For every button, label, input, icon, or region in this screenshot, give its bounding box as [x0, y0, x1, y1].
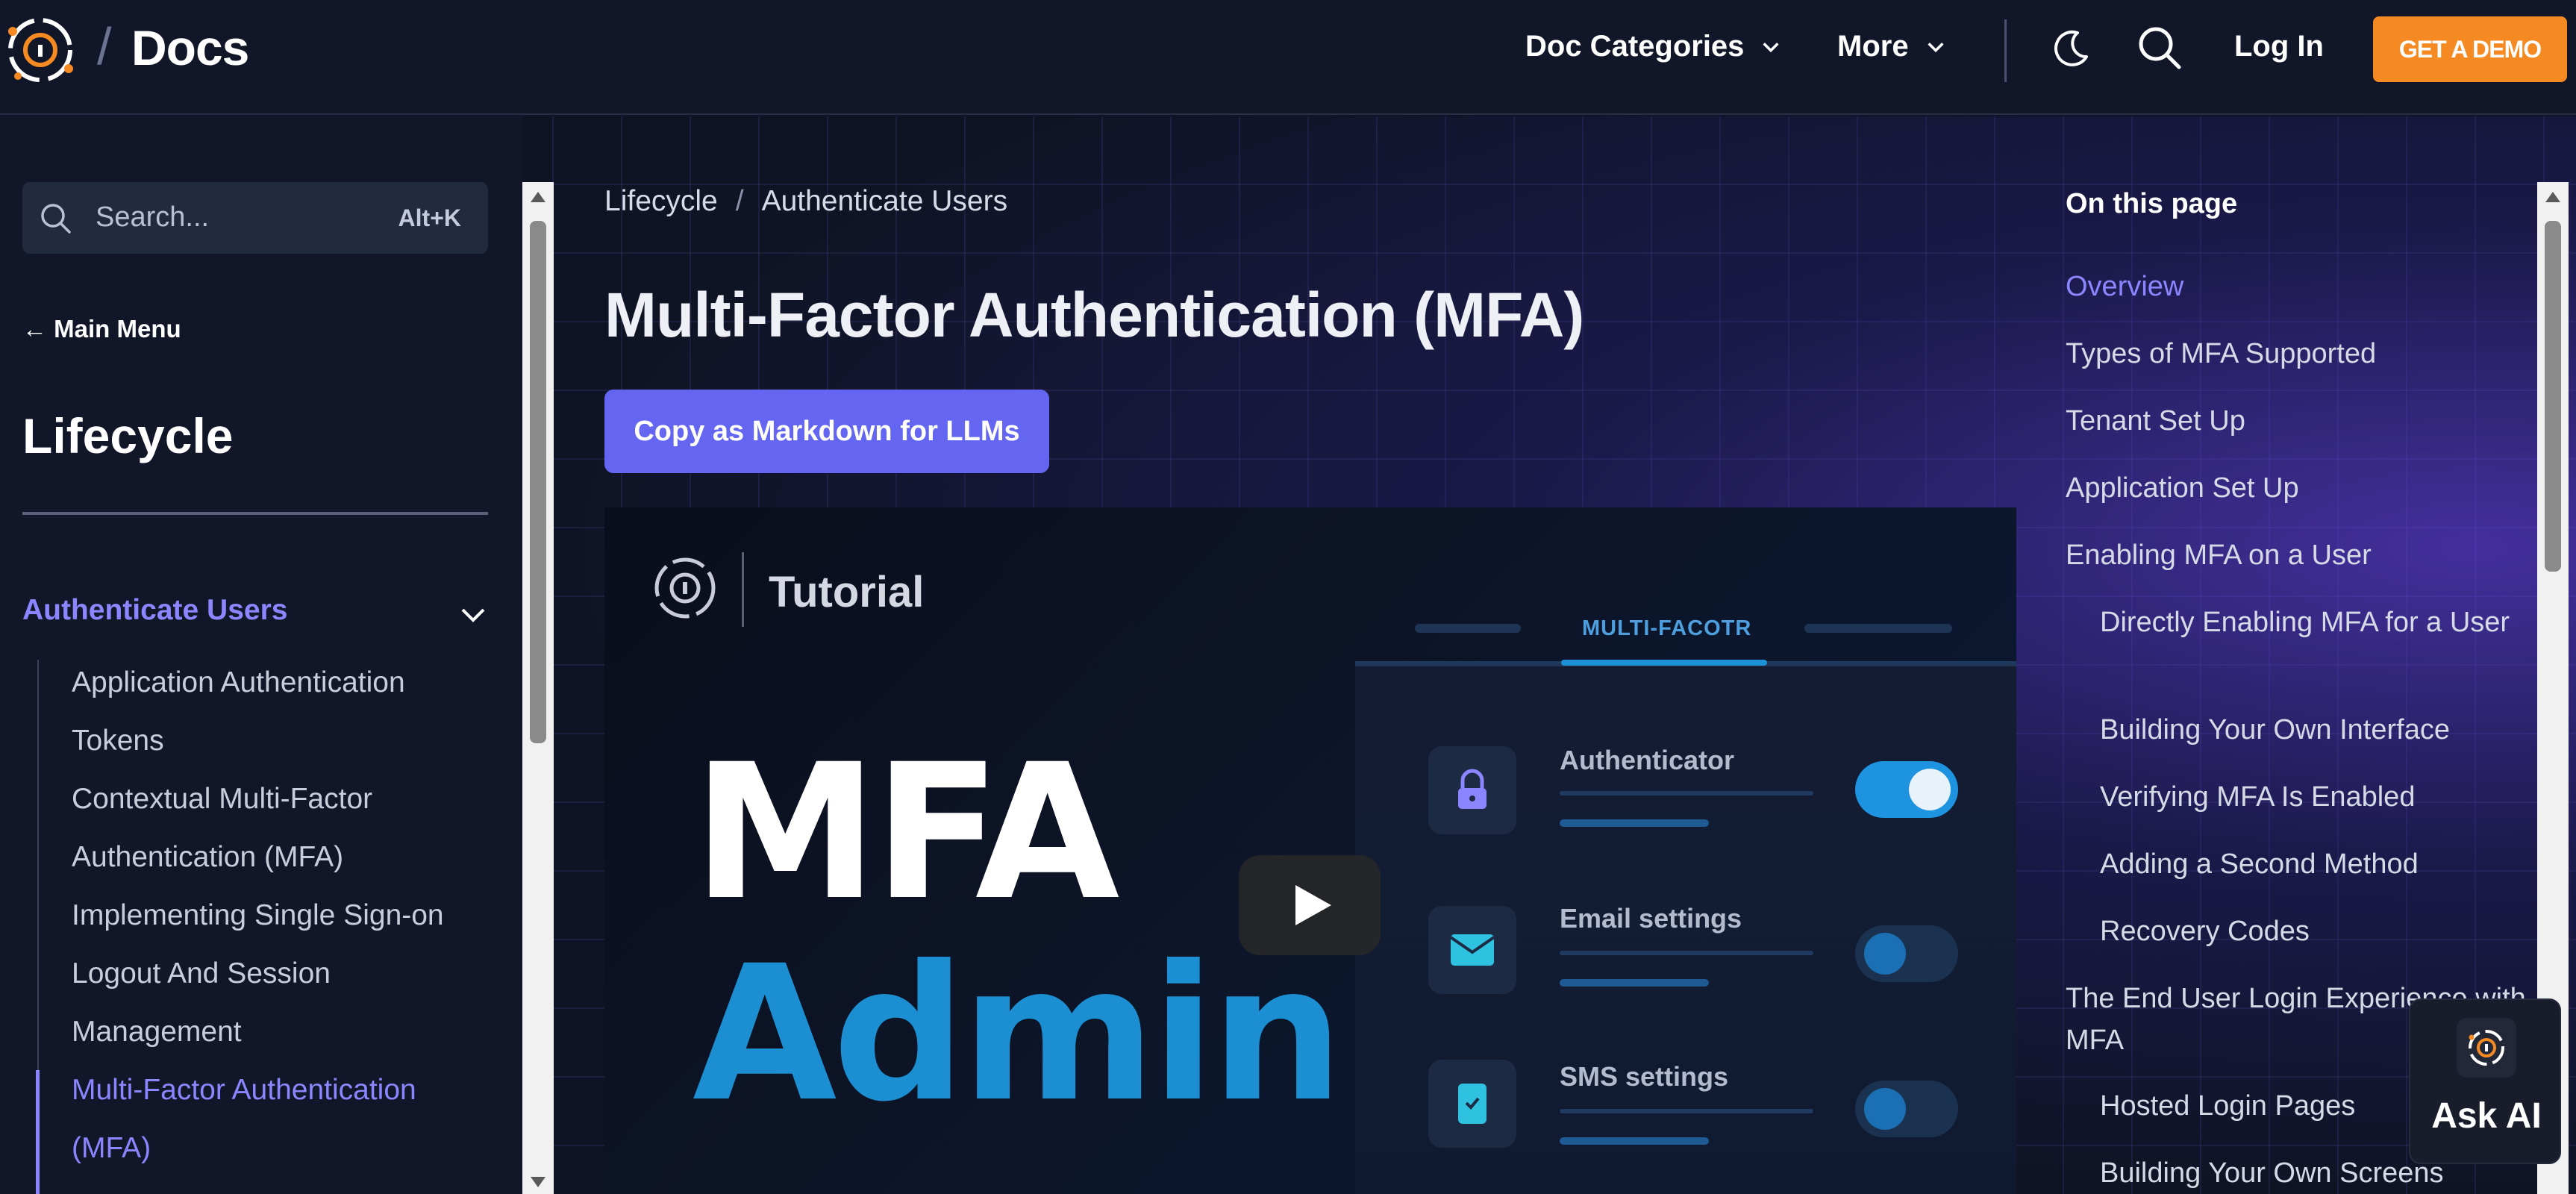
sidebar-item-app-auth-tokens[interactable]: Application Authentication Tokens [72, 654, 490, 770]
video-toggle-on [1855, 761, 1958, 818]
video-row-icon-box [1428, 746, 1516, 834]
login-link[interactable]: Log In [2234, 30, 2324, 63]
search-shortcut: Alt+K [398, 204, 461, 231]
toggle-knob [1864, 1088, 1906, 1130]
sidebar-item-sso[interactable]: Implementing Single Sign-on [72, 887, 490, 945]
chevron-down-icon [1928, 42, 1944, 52]
sidebar-item-contextual-mfa[interactable]: Contextual Multi-Factor Authentication (… [72, 770, 490, 887]
nav-doc-categories-label: Doc Categories [1525, 30, 1745, 63]
breadcrumb: Lifecycle / Authenticate Users [604, 185, 1007, 218]
toggle-knob [1909, 769, 1951, 810]
toc-item-overview[interactable]: Overview [2066, 266, 2528, 307]
brand-logo-icon[interactable] [3, 9, 78, 91]
video-play-button[interactable] [1239, 855, 1381, 955]
page-title: Multi-Factor Authentication (MFA) [604, 280, 1584, 350]
breadcrumb-authenticate-users[interactable]: Authenticate Users [762, 185, 1008, 218]
group-authenticate-users[interactable]: Authenticate Users [22, 594, 287, 627]
header-divider [2004, 19, 2007, 82]
video-row-line [1560, 791, 1813, 796]
mail-icon [1449, 934, 1495, 966]
search-icon[interactable] [2136, 24, 2183, 72]
sidebar-item-logout-session[interactable]: Logout And Session Management [72, 945, 490, 1061]
ask-ai-button[interactable]: Ask AI [2409, 998, 2561, 1164]
breadcrumb-lifecycle[interactable]: Lifecycle [604, 185, 718, 218]
video-row-line [1560, 1109, 1813, 1113]
video-tab-placeholder [1415, 624, 1521, 633]
video-row-line [1560, 951, 1813, 955]
video-row-label: SMS settings [1560, 1061, 1729, 1092]
docs-home-link[interactable]: Docs [131, 19, 249, 76]
play-icon [1295, 885, 1331, 925]
nav-doc-categories[interactable]: Doc Categories [1525, 30, 1781, 63]
breadcrumb-separator: / [735, 185, 744, 217]
toc-item-own-interface[interactable]: Building Your Own Interface [2100, 709, 2528, 751]
toc-item-recovery-codes[interactable]: Recovery Codes [2100, 910, 2528, 952]
video-headline-mfa: MFA [693, 724, 1119, 941]
video-tutorial-label: Tutorial [769, 568, 925, 616]
tutorial-video[interactable]: Tutorial MFA Admin MULTI-FACOTR Authenti… [604, 507, 2016, 1194]
left-sidebar: Search... Alt+K ← Main Menu Lifecycle Au… [0, 116, 522, 1194]
toc-item-types[interactable]: Types of MFA Supported [2066, 333, 2528, 375]
sidebar-item-mfa[interactable]: Multi-Factor Authentication (MFA) [72, 1061, 490, 1178]
ai-icon-box [2457, 1018, 2516, 1078]
main-menu-link[interactable]: ← Main Menu [22, 315, 181, 343]
copy-markdown-button[interactable]: Copy as Markdown for LLMs [604, 390, 1049, 473]
toc-item-tenant[interactable]: Tenant Set Up [2066, 400, 2528, 442]
toc-item-application[interactable]: Application Set Up [2066, 467, 2528, 509]
brand-logo-icon [2469, 1030, 2504, 1066]
toc-item-enabling[interactable]: Enabling MFA on a User [2066, 534, 2528, 576]
scroll-up-arrow-icon[interactable] [528, 190, 548, 204]
get-a-demo-button[interactable]: GET A DEMO [2373, 16, 2567, 82]
video-row-line [1560, 819, 1709, 827]
video-toggle-off [1855, 925, 1958, 982]
moon-icon[interactable] [2048, 24, 2095, 72]
video-tab-active-indicator [1561, 660, 1767, 666]
video-row-line [1560, 1137, 1709, 1145]
video-row-icon-box [1428, 906, 1516, 994]
brand-logo-icon [654, 557, 716, 619]
section-divider [22, 512, 488, 515]
top-header: / Docs Doc Categories More Log In GET A … [0, 0, 2576, 115]
toc-item-second-method[interactable]: Adding a Second Method [2100, 843, 2528, 885]
video-row-icon-box [1428, 1060, 1516, 1148]
scroll-down-arrow-icon[interactable] [528, 1175, 548, 1190]
video-headline-admin: Admin [693, 925, 1344, 1143]
section-title: Lifecycle [22, 408, 234, 463]
video-toggle-off [1855, 1081, 1958, 1137]
docs-page: / Docs Doc Categories More Log In GET A … [0, 0, 2576, 1194]
tree-active-indicator [36, 1070, 40, 1194]
scroll-up-arrow-icon[interactable] [2543, 190, 2563, 204]
video-tab-label: MULTI-FACOTR [1582, 616, 1752, 640]
toc-scrollbar-thumb[interactable] [2545, 221, 2561, 572]
nav-more-label: More [1837, 30, 1909, 63]
header-slash: / [97, 17, 112, 75]
chevron-down-icon [1763, 42, 1779, 52]
search-placeholder: Search... [96, 201, 210, 233]
video-logo-divider [742, 552, 744, 627]
phone-icon [1458, 1084, 1486, 1124]
lock-icon [1458, 769, 1486, 809]
ask-ai-label: Ask AI [2431, 1096, 2542, 1136]
video-tab-placeholder [1804, 624, 1952, 633]
video-row-label: Email settings [1560, 903, 1742, 934]
search-icon [41, 204, 71, 234]
sidebar-scrollbar-thumb[interactable] [530, 221, 546, 743]
video-row-line [1560, 979, 1709, 987]
toc-item-verifying[interactable]: Verifying MFA Is Enabled [2100, 776, 2528, 818]
toc-item-directly-enabling[interactable]: Directly Enabling MFA for a User [2100, 601, 2528, 643]
toc-title: On this page [2066, 188, 2238, 219]
nav-more[interactable]: More [1837, 30, 1946, 63]
chevron-down-icon[interactable] [457, 598, 490, 631]
toggle-knob [1864, 933, 1906, 975]
video-row-label: Authenticator [1560, 745, 1734, 775]
search-input[interactable]: Search... Alt+K [22, 182, 488, 254]
